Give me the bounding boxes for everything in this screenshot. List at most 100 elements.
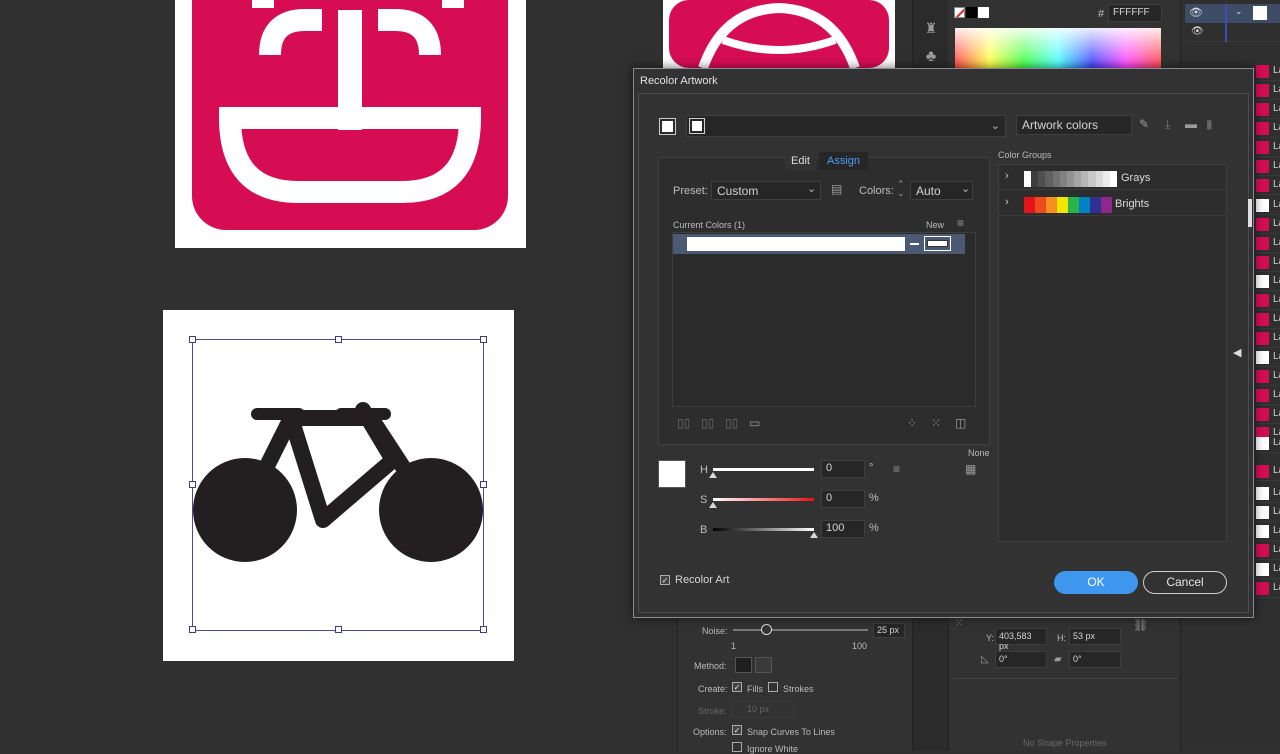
y-label: Y: [986,633,995,643]
layer-name: La [1273,275,1280,286]
swatch-grid-icon[interactable]: ▦ [965,462,976,476]
color-spectrum[interactable] [955,28,1161,68]
options-label: Options: [693,727,727,737]
group-row-brights[interactable]: › Brights [999,191,1226,216]
current-color-row[interactable] [673,234,965,254]
hex-input[interactable]: FFFFFF [1108,4,1162,22]
h-input[interactable]: 0 [821,460,865,478]
noise-slider-knob[interactable] [761,624,772,635]
none-swatch-icon[interactable] [954,7,965,18]
s-input[interactable]: 0 [821,490,865,508]
h-slider-track[interactable] [713,468,814,471]
stroke-input[interactable]: 10 px [732,701,794,718]
h-input[interactable]: 53 px [1069,628,1121,645]
menu-icon[interactable]: ≡ [957,216,964,230]
layer-row-selected[interactable]: 👁 ⌄ [1185,4,1280,23]
tab-edit[interactable]: Edit [785,152,816,170]
merge-colors-icon[interactable]: ▯▯ [677,416,690,430]
selection-bounding-box[interactable] [192,339,484,631]
h-slider-knob[interactable] [709,472,717,478]
fountain-icon-artwork[interactable] [192,0,508,230]
method-overlapping-button[interactable] [755,657,772,673]
shear-input[interactable]: 0° [1069,651,1121,668]
preset-dropdown[interactable]: Custom [711,181,821,200]
layer-name: La [1273,487,1280,498]
ball-icon[interactable] [663,0,895,68]
preset-settings-icon[interactable]: ▤ [831,182,842,196]
stroke-swatch[interactable] [659,118,676,135]
handle-bottom-right[interactable] [480,626,487,633]
layer-name: La [1273,237,1280,248]
h-label: H: [1057,633,1066,643]
white-swatch[interactable] [978,7,989,18]
find-color-icon[interactable]: ◫ [955,416,966,430]
handle-bottom-center[interactable] [335,626,342,633]
artwork-colors-input[interactable]: Artwork colors [1016,115,1132,135]
handle-middle-right[interactable] [480,481,487,488]
s-slider-track[interactable] [713,498,814,501]
noise-min: 1 [731,641,737,651]
handle-bottom-left[interactable] [189,626,196,633]
layer-thumbnail [1256,256,1269,269]
method-abutting-button[interactable] [735,657,752,673]
symbol-club-icon[interactable]: ♣ [921,48,941,66]
layer-thumbnail [1256,179,1269,192]
eye-icon[interactable]: 👁 [1191,26,1204,37]
tab-assign[interactable]: Assign [819,152,869,170]
save-group-icon[interactable]: ⤓ [1165,117,1170,132]
randomize-order-icon[interactable]: ⁘ [907,416,917,430]
randomize-saturation-icon[interactable]: ⁙ [931,416,941,430]
new-color-swatch[interactable] [924,236,951,251]
group-swatch [1095,171,1103,187]
s-slider-knob[interactable] [709,502,717,508]
selected-color-preview [658,460,686,488]
strokes-checkbox[interactable] [768,682,778,692]
b-slider-track[interactable] [713,528,814,531]
group-swatch [1035,197,1046,213]
separate-colors-icon[interactable]: ▯▯ [701,416,714,430]
layer-thumbnail [1256,160,1269,173]
harmony-dropdown[interactable]: ⌄ [686,115,1006,137]
hsb-menu-icon[interactable]: ≡ [893,462,900,476]
layer-row[interactable]: 👁 [1185,23,1280,42]
new-row-icon[interactable]: ▭ [749,416,760,430]
exclude-colors-icon[interactable]: ▯▯ [725,416,738,430]
colors-stepper-icon[interactable]: ⌃ ⌄ [897,180,905,198]
layer-name: La [1273,582,1280,593]
recolor-art-checkbox[interactable]: ✓ [660,575,670,585]
ok-button[interactable]: OK [1054,571,1138,594]
b-input[interactable]: 100 [821,520,865,538]
current-color-swatch[interactable] [687,237,905,251]
b-slider-knob[interactable] [810,532,818,538]
chevron-down-icon[interactable]: ⌄ [1235,6,1243,17]
chevron-right-icon[interactable]: › [1005,170,1009,182]
y-input[interactable]: 403,583 px [995,628,1047,651]
handle-top-center[interactable] [335,336,342,343]
puppet-icon[interactable]: ♜ [921,20,941,38]
chevron-right-icon[interactable]: › [1005,196,1009,208]
noise-input[interactable]: 25 px [873,623,905,638]
fills-checkbox[interactable]: ✓ [732,682,742,692]
snap-checkbox[interactable]: ✓ [732,725,742,735]
eyedropper-icon[interactable]: ✎ [1139,117,1149,131]
layer-thumbnail [1256,199,1269,212]
collapse-arrow-icon[interactable]: ◀ [1233,346,1241,359]
reference-point-icon[interactable]: ⁙ [955,618,963,629]
trash-icon[interactable]: ▮ [1206,117,1213,131]
handle-top-right[interactable] [480,336,487,343]
ignore-white-label: Ignore White [747,744,799,754]
group-row-grays[interactable]: › Grays [999,165,1226,190]
noise-slider-track[interactable] [733,629,868,631]
black-swatch[interactable] [966,7,977,18]
folder-icon[interactable]: ▬ [1185,117,1197,131]
link-icon[interactable]: ⛓ [1133,618,1148,632]
cancel-button[interactable]: Cancel [1143,571,1227,594]
rotate-input[interactable]: 0° [995,651,1047,668]
layer-thumbnail [1256,313,1269,326]
handle-top-left[interactable] [189,336,196,343]
dialog-scrollbar[interactable] [1248,199,1252,227]
handle-middle-left[interactable] [189,481,196,488]
layer-thumbnail [1256,122,1269,135]
eye-icon[interactable]: 👁 [1189,6,1203,19]
fills-label: Fills [747,684,763,694]
